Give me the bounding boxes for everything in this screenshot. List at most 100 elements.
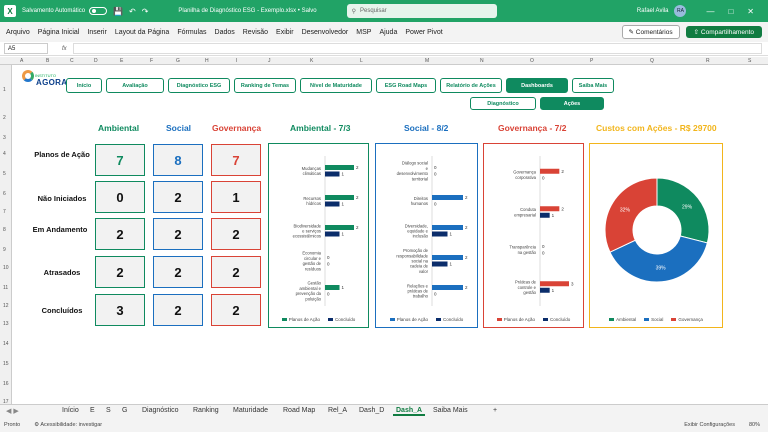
add-sheet-button[interactable]: + xyxy=(493,407,497,414)
accessibility-status[interactable]: ⚙ Acessibilidade: investigar xyxy=(34,422,102,428)
nav-saiba-mais[interactable]: Saiba Mais xyxy=(572,78,614,93)
col-header[interactable]: K xyxy=(310,58,313,64)
name-box[interactable]: A5 xyxy=(4,43,48,54)
menu-msp[interactable]: MSP xyxy=(356,29,371,36)
subnav-acoes[interactable]: Ações xyxy=(540,97,604,110)
sheet-tab[interactable]: Ranking xyxy=(193,407,219,414)
col-header[interactable]: N xyxy=(480,58,484,64)
row-number[interactable]: 5 xyxy=(3,171,6,177)
category-label: Biodiversidade e serviços ecossistêmicos xyxy=(293,223,322,238)
row-number[interactable]: 16 xyxy=(3,381,9,387)
chart-governanca[interactable]: Governança corporativa 2 0 Conduta empresaria… xyxy=(483,143,584,328)
chart-custos[interactable]: 29% 39% 32% Ambiental Social Governança xyxy=(589,143,723,328)
value-planos-social: 8 xyxy=(153,144,203,176)
menu-arquivo[interactable]: Arquivo xyxy=(6,29,30,36)
menu-dados[interactable]: Dados xyxy=(215,29,235,36)
row-number[interactable]: 9 xyxy=(3,247,6,253)
row-number[interactable]: 10 xyxy=(3,265,9,271)
col-header[interactable]: C xyxy=(70,58,74,64)
menu-revisao[interactable]: Revisão xyxy=(243,29,268,36)
nav-ranking-temas[interactable]: Ranking de Temas xyxy=(234,78,296,93)
sheet-tab[interactable]: Diagnóstico xyxy=(142,407,179,414)
col-header[interactable]: D xyxy=(94,58,98,64)
row-number[interactable]: 1 xyxy=(3,87,6,93)
row-number[interactable]: 13 xyxy=(3,321,9,327)
col-header[interactable]: Q xyxy=(650,58,654,64)
col-header[interactable]: S xyxy=(748,58,751,64)
col-header[interactable]: G xyxy=(176,58,180,64)
nav-dashboards[interactable]: Dashboards xyxy=(506,78,568,93)
sheet-tab[interactable]: Início xyxy=(62,407,79,414)
zoom-level[interactable]: 80% xyxy=(749,422,760,428)
close-icon[interactable]: ✕ xyxy=(747,7,754,16)
save-icon[interactable]: 💾 xyxy=(113,7,123,16)
nav-nivel-maturidade[interactable]: Nível de Maturidade xyxy=(300,78,372,93)
row-number[interactable]: 2 xyxy=(3,115,6,121)
col-header[interactable]: J xyxy=(268,58,271,64)
col-header[interactable]: B xyxy=(46,58,49,64)
col-header[interactable]: R xyxy=(706,58,710,64)
display-settings[interactable]: Exibir Configurações xyxy=(684,422,735,428)
avatar[interactable]: RA xyxy=(674,5,687,17)
row-number[interactable]: 7 xyxy=(3,209,6,215)
row-number[interactable]: 12 xyxy=(3,303,9,309)
sheet-tab[interactable]: Maturidade xyxy=(233,407,268,414)
nav-inicio[interactable]: Início xyxy=(66,78,102,93)
sheet-tab-active[interactable]: Dash_A xyxy=(393,407,426,416)
comments-button[interactable]: ✎ Comentários xyxy=(621,25,680,39)
nav-avaliacao[interactable]: Avaliação xyxy=(106,78,164,93)
menu-power-pivot[interactable]: Power Pivot xyxy=(405,29,442,36)
menu-desenvolvedor[interactable]: Desenvolvedor xyxy=(302,29,349,36)
nav-diagnostico-esg[interactable]: Diagnóstico ESG xyxy=(168,78,230,93)
chart-ambiental[interactable]: Mudanças climáticas 2 1 Recursos hídricos 2 1 Bi… xyxy=(268,143,369,328)
sheet-tab[interactable]: G xyxy=(122,407,127,414)
fx-icon[interactable]: fx xyxy=(62,46,67,52)
col-header[interactable]: I xyxy=(236,58,237,64)
sheet-tab[interactable]: Dash_D xyxy=(359,407,384,414)
subnav-diagnostico[interactable]: Diagnóstico xyxy=(470,97,536,110)
sheet-tab[interactable]: S xyxy=(106,407,111,414)
col-header[interactable]: A xyxy=(20,58,23,64)
chart-legend: Planos de Ação Concluído xyxy=(484,317,583,322)
col-header[interactable]: F xyxy=(150,58,153,64)
nav-relatorio-acoes[interactable]: Relatório de Ações xyxy=(440,78,502,93)
col-header[interactable]: L xyxy=(360,58,363,64)
menu-ajuda[interactable]: Ajuda xyxy=(379,29,397,36)
undo-icon[interactable]: ↶ xyxy=(129,7,136,16)
col-header[interactable]: P xyxy=(590,58,593,64)
data-label: 2 xyxy=(465,285,468,290)
row-number[interactable]: 6 xyxy=(3,191,6,197)
menu-inserir[interactable]: Inserir xyxy=(87,29,106,36)
row-number[interactable]: 11 xyxy=(3,285,8,291)
row-number[interactable]: 4 xyxy=(3,151,6,157)
menu-pagina-inicial[interactable]: Página Inicial xyxy=(38,29,80,36)
sheet-tab[interactable]: Road Map xyxy=(283,407,315,414)
formula-input[interactable] xyxy=(72,43,762,54)
chart-custos-svg: 29% 39% 32% xyxy=(604,177,710,283)
share-button[interactable]: ⇧ Compartilhamento xyxy=(685,26,762,38)
maximize-icon[interactable]: □ xyxy=(728,7,733,16)
redo-icon[interactable]: ↷ xyxy=(142,7,149,16)
search-box[interactable]: ⚲ Pesquisar xyxy=(346,4,497,18)
nav-esg-road-maps[interactable]: ESG Road Maps xyxy=(376,78,436,93)
row-number[interactable]: 3 xyxy=(3,135,6,141)
col-header[interactable]: O xyxy=(530,58,534,64)
bar xyxy=(540,212,550,218)
col-header[interactable]: M xyxy=(425,58,429,64)
menu-formulas[interactable]: Fórmulas xyxy=(177,29,206,36)
tab-scroll-icon[interactable]: ◀ ▶ xyxy=(6,407,19,415)
col-header[interactable]: H xyxy=(205,58,209,64)
row-number[interactable]: 14 xyxy=(3,341,9,347)
minimize-icon[interactable]: — xyxy=(706,7,714,16)
row-number[interactable]: 15 xyxy=(3,361,9,367)
sheet-tab[interactable]: Rel_A xyxy=(328,407,347,414)
col-header[interactable]: E xyxy=(120,58,123,64)
sheet-tab[interactable]: E xyxy=(90,407,95,414)
row-number[interactable]: 8 xyxy=(3,227,6,233)
chart-social[interactable]: Diálogo social e desenvolvimento territoria… xyxy=(375,143,478,328)
menu-layout[interactable]: Layout da Página xyxy=(115,29,170,36)
menu-exibir[interactable]: Exibir xyxy=(276,29,294,36)
sheet-tab[interactable]: Saiba Mais xyxy=(433,407,468,414)
autosave-toggle[interactable] xyxy=(89,7,108,15)
slice-label: 29% xyxy=(682,205,693,211)
